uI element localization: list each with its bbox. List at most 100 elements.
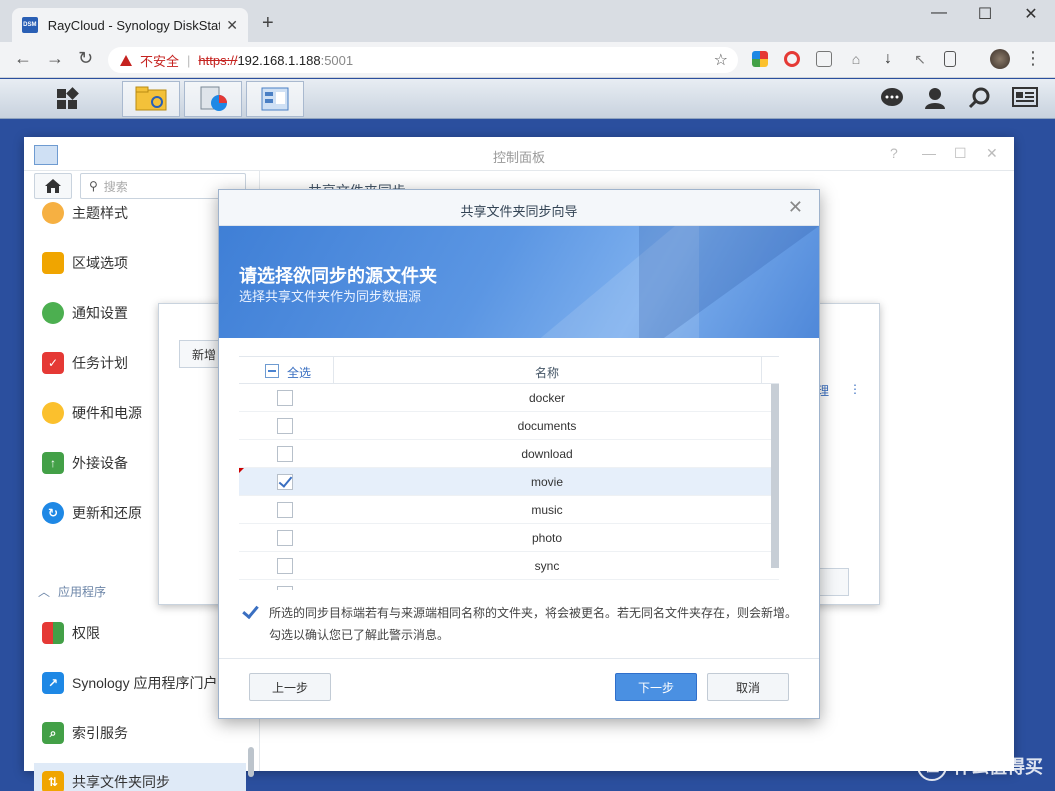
sidebar-item-label: 更新和还原 — [72, 505, 142, 521]
sidebar-item-label: 权限 — [72, 625, 100, 641]
table-row[interactable]: music — [239, 496, 779, 524]
extension-cursor-icon[interactable]: ↖ — [912, 51, 928, 67]
table-row[interactable]: download — [239, 440, 779, 468]
row-checkbox[interactable] — [277, 586, 293, 590]
more-menu-icon[interactable]: ⋮ — [849, 382, 861, 396]
sidebar-item-regional[interactable]: 区域选项 — [34, 243, 246, 283]
close-icon[interactable]: ✕ — [986, 145, 998, 162]
file-station-icon[interactable] — [122, 81, 180, 117]
dialog-button[interactable] — [819, 568, 849, 596]
search-icon[interactable] — [968, 87, 990, 115]
storage-manager-icon[interactable] — [184, 81, 242, 117]
tab-title: RayCloud - Synology DiskStati — [47, 17, 221, 33]
maximize-icon[interactable]: ☐ — [954, 145, 967, 162]
sidebar-item-label: 任务计划 — [72, 355, 128, 371]
select-all-label[interactable]: 全选 — [287, 364, 311, 381]
folder-name: docker — [528, 391, 566, 405]
back-button[interactable]: 上一步 — [249, 673, 331, 701]
select-all-checkbox[interactable] — [265, 364, 279, 378]
window-maximize-button[interactable]: ☐ — [962, 4, 1008, 24]
cancel-button[interactable]: 取消 — [707, 673, 789, 701]
profile-avatar[interactable] — [990, 49, 1010, 69]
row-checkbox[interactable] — [277, 474, 293, 490]
extension-box-icon[interactable] — [816, 51, 832, 67]
table-row[interactable]: photo — [239, 524, 779, 552]
widgets-icon[interactable] — [1012, 87, 1038, 113]
upload-arrow-icon: ↑ — [42, 452, 64, 474]
user-icon[interactable] — [924, 87, 946, 115]
insecure-label: 不安全 — [140, 53, 180, 69]
forward-arrow-icon[interactable]: → — [46, 48, 64, 69]
main-menu-grid-icon[interactable] — [38, 81, 96, 117]
extension-colorful-icon[interactable] — [752, 51, 768, 67]
extension-home-icon[interactable]: ⌂ — [848, 51, 864, 67]
table-row[interactable] — [239, 580, 779, 590]
portal-arrow-icon: ↗ — [42, 672, 64, 694]
control-panel-title: 控制面板 — [492, 150, 545, 165]
next-button[interactable]: 下一步 — [615, 673, 697, 701]
new-tab-button[interactable]: + — [262, 12, 274, 35]
sidebar-item-label: 索引服务 — [72, 725, 128, 741]
wizard-titlebar[interactable]: 共享文件夹同步向导 ✕ — [219, 190, 819, 226]
row-checkbox[interactable] — [277, 390, 293, 406]
row-checkbox[interactable] — [277, 530, 293, 546]
reload-icon[interactable]: ↻ — [78, 48, 93, 69]
sidebar-item-folder-sync[interactable]: ⇅ 共享文件夹同步 — [34, 763, 246, 791]
folder-grid: 全选 名称 docker documents download movie mu… — [239, 356, 779, 590]
confirm-checkbox[interactable] — [241, 604, 259, 622]
close-icon[interactable]: ✕ — [788, 197, 803, 218]
window-minimize-button[interactable]: — — [916, 4, 962, 22]
column-header-name[interactable]: 名称 — [333, 364, 761, 381]
browser-tab[interactable]: DSM RayCloud - Synology DiskStati ✕ — [12, 8, 248, 42]
table-row[interactable]: docker — [239, 384, 779, 412]
grid-header: 全选 名称 — [239, 356, 779, 384]
minimize-icon[interactable]: — — [922, 145, 936, 161]
row-checkbox[interactable] — [277, 446, 293, 462]
folder-name: documents — [517, 419, 577, 433]
confirm-warning: 所选的同步目标端若有与来源端相同名称的文件夹，将会被更名。若无同名文件夹存在，则… — [241, 602, 801, 646]
lightbulb-icon — [42, 402, 64, 424]
browser-menu-icon[interactable]: ⋮ — [1024, 48, 1042, 69]
folder-sync-icon: ⇅ — [42, 771, 64, 791]
chat-bubble-icon[interactable] — [880, 87, 904, 115]
window-close-button[interactable]: ✕ — [1008, 4, 1054, 24]
wizard-banner: 请选择欲同步的源文件夹 选择共享文件夹作为同步数据源 — [219, 226, 819, 338]
sidebar-item-privileges[interactable]: 权限 — [34, 613, 246, 653]
grid-scrollbar[interactable] — [771, 384, 779, 568]
dsm-favicon-icon: DSM — [22, 17, 38, 33]
sidebar-item-indexing[interactable]: ⌕ 索引服务 — [34, 713, 246, 753]
table-row[interactable]: documents — [239, 412, 779, 440]
browser-toolbar: ← → ↻ 不安全 | https:// 192.168.1.188 :5001… — [0, 42, 1055, 78]
row-checkbox[interactable] — [277, 418, 293, 434]
back-arrow-icon[interactable]: ← — [14, 48, 32, 69]
row-checkbox[interactable] — [277, 558, 293, 574]
url-separator: | — [187, 52, 191, 68]
download-arrow-icon[interactable]: ↓ — [880, 51, 896, 67]
extension-target-icon[interactable] — [784, 51, 800, 67]
help-icon[interactable]: ? — [890, 145, 898, 161]
folder-name: movie — [530, 475, 563, 489]
folder-name: download — [521, 447, 573, 461]
index-search-icon: ⌕ — [42, 722, 64, 744]
table-row[interactable]: movie — [239, 468, 779, 496]
sidebar-item-theme[interactable]: 主题样式 — [34, 193, 246, 233]
search-icon: ⚲ — [89, 179, 98, 193]
wizard-footer: 上一步 下一步 取消 — [219, 658, 819, 718]
sidebar-section-applications[interactable]: ︿ 应用程序 — [38, 583, 106, 600]
address-bar[interactable]: 不安全 | https:// 192.168.1.188 :5001 ☆ — [108, 47, 738, 73]
sidebar-item-label: 硬件和电源 — [72, 405, 142, 421]
table-row[interactable]: sync — [239, 552, 779, 580]
bookmark-star-icon[interactable]: ☆ — [714, 50, 728, 70]
control-panel-icon[interactable] — [246, 81, 304, 117]
tab-close-icon[interactable]: ✕ — [226, 17, 238, 34]
sidebar-scrollbar[interactable] — [248, 747, 254, 777]
folder-name: sync — [534, 559, 560, 573]
bookmark-icon[interactable] — [944, 51, 956, 67]
sidebar-item-app-portal[interactable]: ↗ Synology 应用程序门户 — [34, 663, 246, 703]
row-checkbox[interactable] — [277, 502, 293, 518]
modified-marker — [239, 468, 244, 473]
url-port: :5001 — [320, 52, 354, 68]
sidebar-item-label: 共享文件夹同步 — [72, 774, 170, 790]
control-panel-titlebar[interactable]: 控制面板 ? — ☐ ✕ — [24, 137, 1014, 171]
map-clock-icon — [42, 252, 64, 274]
